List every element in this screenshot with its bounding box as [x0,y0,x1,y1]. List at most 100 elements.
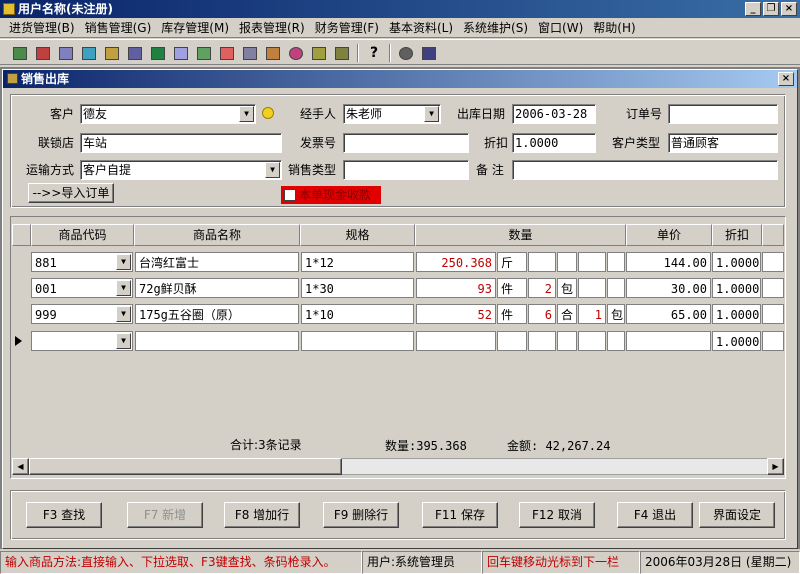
grid-cell-u2[interactable] [557,252,577,272]
grid-cell-q3[interactable] [578,252,606,272]
grid-cell-q2[interactable]: 6 [528,304,556,324]
money-icon[interactable] [148,43,168,63]
grid-cell-u1[interactable] [497,331,527,351]
ledger-icon[interactable] [309,43,329,63]
sales-icon[interactable] [56,43,76,63]
grid-cell-q2[interactable] [528,331,556,351]
grid-cell-u3[interactable]: 包 [607,304,625,324]
grid-cell-disc[interactable]: 1.0000 [712,252,761,272]
config-icon[interactable] [332,43,352,63]
grid-cell-price[interactable] [626,331,711,351]
customer-type-field[interactable]: 普通顾客 [668,133,778,153]
grid-cell-spec[interactable]: 1*30 [301,278,414,298]
grid-cell-q3[interactable] [578,331,606,351]
grid-cell-qty[interactable]: 52 [416,304,496,324]
grid-cell-qty[interactable]: 93 [416,278,496,298]
header-spec[interactable]: 规格 [300,224,415,246]
chevron-down-icon[interactable]: ▼ [116,306,131,322]
cash-payment-checkbox-area[interactable]: 本单现金收款 [281,186,381,204]
new-button[interactable]: F7 新增 [127,502,203,528]
save-button[interactable]: F11 保存 [422,502,498,528]
discount-field[interactable]: 1.0000 [512,133,596,153]
handler-select[interactable]: 朱老师 ▼ [343,104,441,124]
header-qty[interactable]: 数量 [415,224,626,246]
menu-inventory[interactable]: 库存管理(M) [156,18,234,37]
chevron-down-icon[interactable]: ▼ [239,106,254,122]
header-name[interactable]: 商品名称 [134,224,300,246]
calc-icon[interactable] [263,43,283,63]
grid-cell-x[interactable] [762,331,784,351]
grid-cell-u3[interactable] [607,331,625,351]
import-order-button[interactable]: -->>导入订单 [28,183,114,203]
grid-cell-name[interactable]: 台湾红富士 [135,252,299,272]
menu-help[interactable]: 帮助(H) [588,18,640,37]
grid-cell-x[interactable] [762,278,784,298]
lightbulb-icon[interactable] [262,107,274,119]
scroll-thumb[interactable] [29,458,342,475]
minimize-icon[interactable]: _ [745,2,761,16]
delete-row-button[interactable]: F9 删除行 [323,502,399,528]
grid-cell-spec[interactable] [301,331,414,351]
menu-system[interactable]: 系统维护(S) [458,18,533,37]
grid-cell-price[interactable]: 30.00 [626,278,711,298]
grid-cell-u3[interactable] [607,278,625,298]
layout-settings-button[interactable]: 界面设定 [699,502,775,528]
chevron-down-icon[interactable]: ▼ [116,280,131,296]
grid-cell-u2[interactable] [557,331,577,351]
store-field[interactable]: 车站 [80,133,282,153]
grid-cell-u1[interactable]: 斤 [497,252,527,272]
grid-cell-code[interactable]: 881 ▼ [31,252,133,272]
invoice-field[interactable] [343,133,469,153]
chevron-down-icon[interactable]: ▼ [116,254,131,270]
cash-payment-checkbox[interactable] [284,189,296,201]
sales-return-icon[interactable] [79,43,99,63]
report-icon[interactable] [217,43,237,63]
grid-cell-disc[interactable]: 1.0000 [712,278,761,298]
scroll-left-icon[interactable]: ◀ [12,458,29,475]
scroll-right-icon[interactable]: ▶ [767,458,784,475]
remark-field[interactable] [512,160,778,180]
close-icon[interactable]: × [781,2,797,16]
grid-cell-disc[interactable]: 1.0000 [712,304,761,324]
grid-cell-code[interactable]: 001 ▼ [31,278,133,298]
grid-cell-x[interactable] [762,304,784,324]
grid-cell-spec[interactable]: 1*10 [301,304,414,324]
transfer-icon[interactable] [125,43,145,63]
exit-icon[interactable] [419,43,439,63]
chevron-down-icon[interactable]: ▼ [424,106,439,122]
grid-cell-qty[interactable]: 250.368 [416,252,496,272]
exit-button[interactable]: F4 退出 [617,502,693,528]
grid-cell-u1[interactable]: 件 [497,278,527,298]
grid-icon[interactable] [171,43,191,63]
grid-cell-code[interactable]: 999 ▼ [31,304,133,324]
purchase-return-icon[interactable] [33,43,53,63]
user-icon[interactable] [396,43,416,63]
menu-reports[interactable]: 报表管理(R) [234,18,310,37]
grid-cell-u2[interactable]: 包 [557,278,577,298]
menu-finance[interactable]: 财务管理(F) [310,18,384,37]
date-field[interactable]: 2006-03-28 [512,104,596,124]
grid-cell-qty[interactable] [416,331,496,351]
grid-cell-price[interactable]: 144.00 [626,252,711,272]
chevron-down-icon[interactable]: ▼ [116,333,131,349]
chevron-down-icon[interactable]: ▼ [265,162,280,178]
pie-icon[interactable] [286,43,306,63]
transport-select[interactable]: 客户自提 ▼ [80,160,282,180]
restore-icon[interactable]: ❐ [763,2,779,16]
grid-cell-u2[interactable]: 合 [557,304,577,324]
grid-cell-disc[interactable]: 1.0000 [712,331,761,351]
help-icon[interactable]: ? [364,43,384,63]
grid-cell-q2[interactable]: 2 [528,278,556,298]
grid-cell-code[interactable]: ▼ [31,331,133,351]
menu-sales[interactable]: 销售管理(G) [80,18,157,37]
header-discount[interactable]: 折扣 [712,224,762,246]
header-code[interactable]: 商品代码 [31,224,134,246]
stock-icon[interactable] [102,43,122,63]
grid-cell-x[interactable] [762,252,784,272]
grid-cell-price[interactable]: 65.00 [626,304,711,324]
order-field[interactable] [668,104,778,124]
find-button[interactable]: F3 查找 [26,502,102,528]
purchase-entry-icon[interactable] [10,43,30,63]
list-icon[interactable] [194,43,214,63]
add-row-button[interactable]: F8 增加行 [224,502,300,528]
